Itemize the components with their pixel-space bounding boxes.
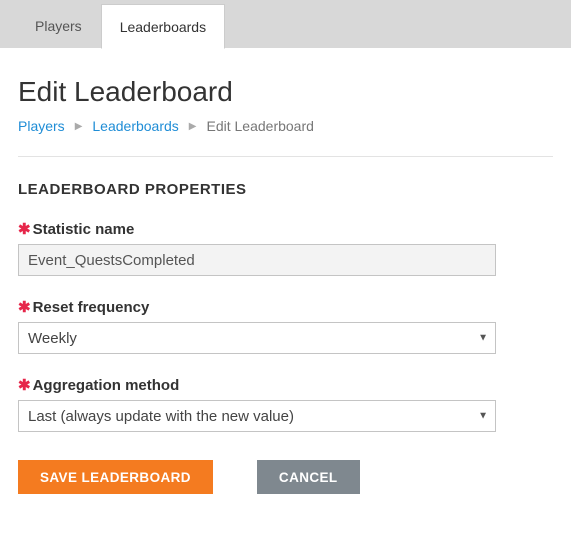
label-text: Reset frequency	[33, 299, 150, 316]
content-area: Edit Leaderboard Players ▶ Leaderboards …	[0, 48, 571, 520]
tab-label: Leaderboards	[120, 19, 206, 35]
reset-frequency-select[interactable]: Weekly	[18, 322, 496, 354]
page-title: Edit Leaderboard	[18, 76, 553, 108]
button-row: SAVE LEADERBOARD CANCEL	[18, 460, 553, 494]
label-text: Aggregation method	[33, 377, 180, 394]
field-reset-frequency: ✱Reset frequency Weekly ▼	[18, 298, 553, 354]
aggregation-method-select[interactable]: Last (always update with the new value)	[18, 400, 496, 432]
field-aggregation-method: ✱Aggregation method Last (always update …	[18, 376, 553, 432]
select-wrap: Last (always update with the new value) …	[18, 400, 496, 432]
tab-bar: Players Leaderboards	[0, 0, 571, 48]
select-wrap: Weekly ▼	[18, 322, 496, 354]
tab-label: Players	[35, 18, 82, 34]
breadcrumb-current: Edit Leaderboard	[207, 118, 314, 134]
breadcrumb-link-leaderboards[interactable]: Leaderboards	[92, 118, 178, 134]
section-title: LEADERBOARD PROPERTIES	[18, 181, 553, 198]
tab-leaderboards[interactable]: Leaderboards	[101, 4, 225, 49]
field-label: ✱Statistic name	[18, 220, 553, 238]
label-text: Statistic name	[33, 221, 135, 238]
divider	[18, 156, 553, 157]
button-label: SAVE LEADERBOARD	[40, 470, 191, 485]
breadcrumb: Players ▶ Leaderboards ▶ Edit Leaderboar…	[18, 118, 553, 134]
statistic-name-input[interactable]	[18, 244, 496, 276]
required-icon: ✱	[18, 221, 31, 238]
field-statistic-name: ✱Statistic name	[18, 220, 553, 276]
chevron-right-icon: ▶	[75, 121, 83, 132]
chevron-right-icon: ▶	[189, 121, 197, 132]
required-icon: ✱	[18, 299, 31, 316]
tab-players[interactable]: Players	[16, 3, 101, 48]
save-button[interactable]: SAVE LEADERBOARD	[18, 460, 213, 494]
breadcrumb-link-players[interactable]: Players	[18, 118, 65, 134]
field-label: ✱Reset frequency	[18, 298, 553, 316]
cancel-button[interactable]: CANCEL	[257, 460, 360, 494]
button-label: CANCEL	[279, 470, 338, 485]
required-icon: ✱	[18, 377, 31, 394]
field-label: ✱Aggregation method	[18, 376, 553, 394]
